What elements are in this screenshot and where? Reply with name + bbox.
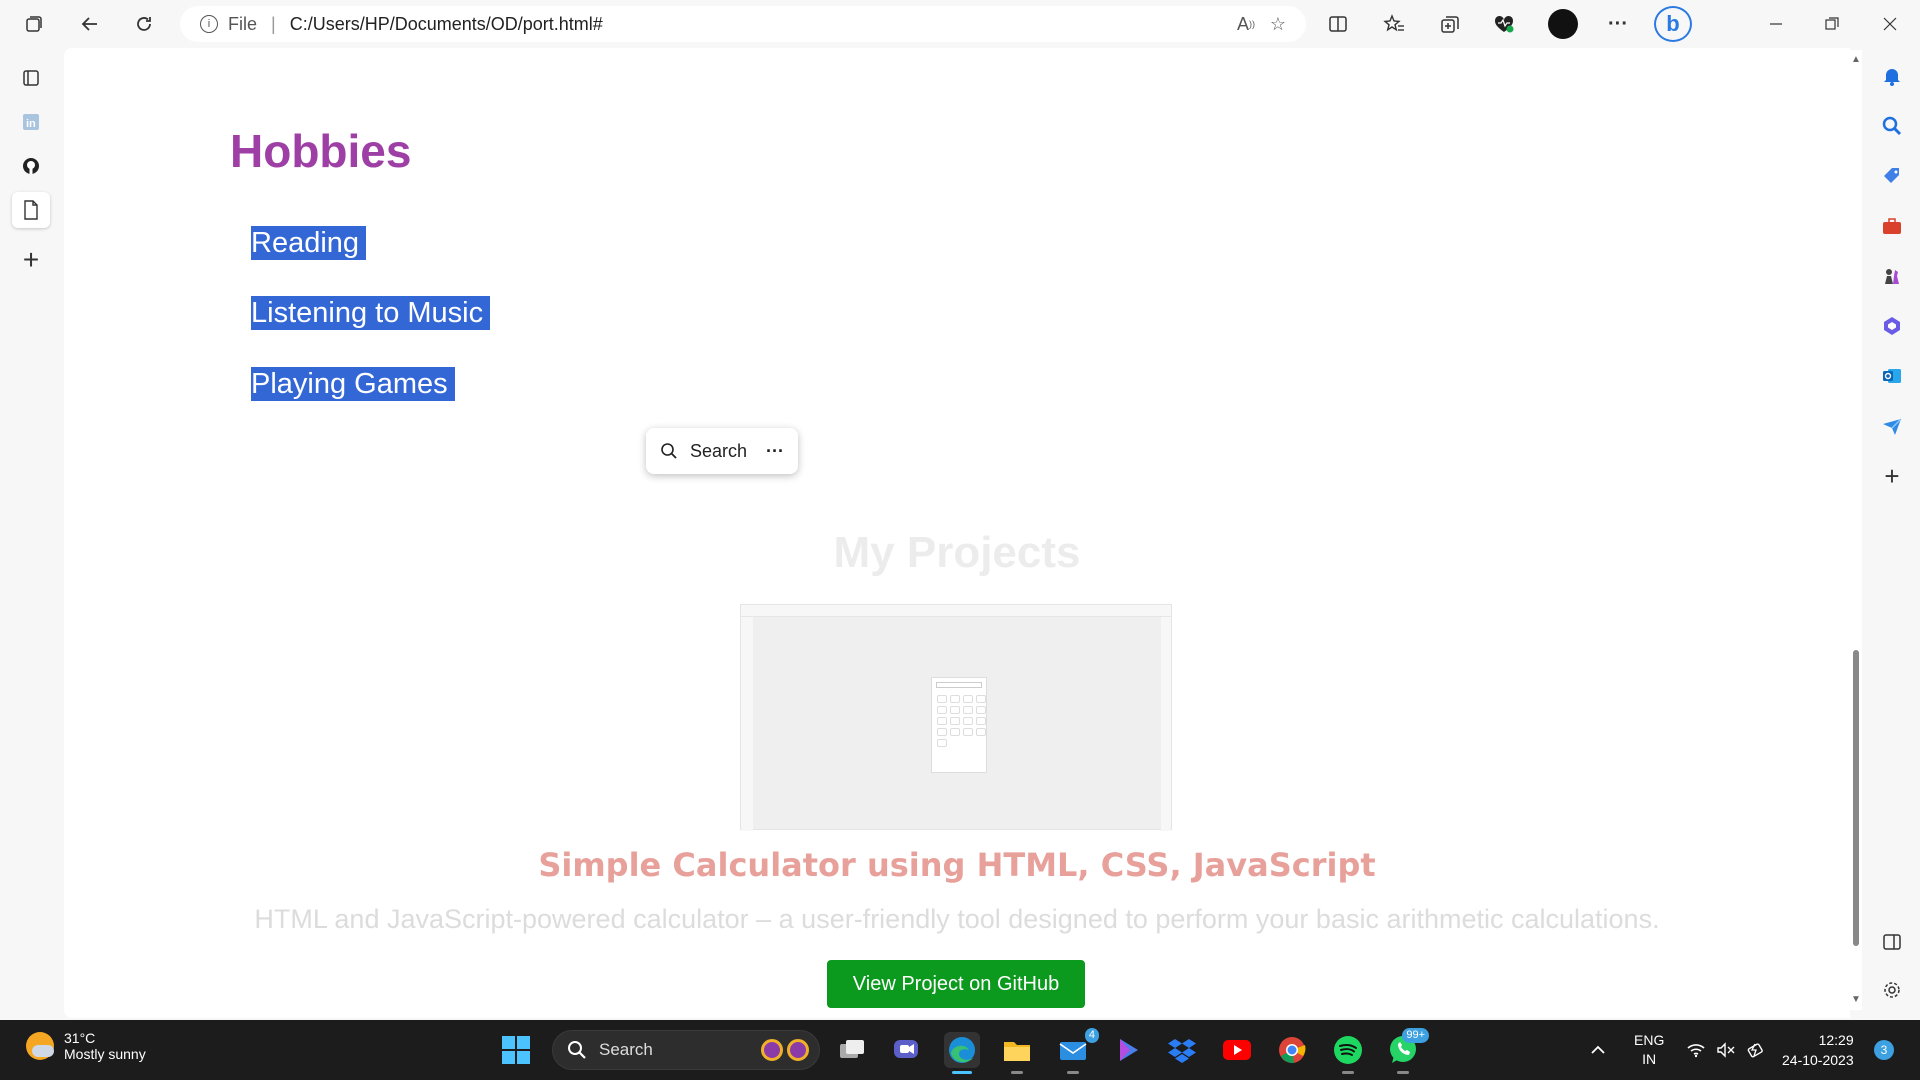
shopping-tag-icon[interactable]: [1876, 160, 1908, 192]
wifi-icon: [1687, 1044, 1705, 1058]
search-highlight-icon: [761, 1039, 809, 1061]
refresh-icon[interactable]: [126, 8, 162, 40]
notification-count-badge[interactable]: 3: [1874, 1040, 1894, 1060]
clock-time: 12:29: [1818, 1032, 1854, 1048]
microsoft365-icon[interactable]: [1876, 310, 1908, 342]
scroll-up-arrow-icon[interactable]: ▲: [1851, 54, 1861, 65]
search-sidebar-icon[interactable]: [1876, 110, 1908, 142]
bing-copilot-icon[interactable]: b: [1654, 6, 1692, 42]
whatsapp-badge: 99+: [1402, 1028, 1429, 1043]
youtube-icon[interactable]: [1219, 1032, 1255, 1068]
project-title: Simple Calculator using HTML, CSS, JavaS…: [538, 846, 1376, 884]
page-scrollbar[interactable]: ▲ ▼: [1850, 50, 1862, 1010]
new-tab-icon[interactable]: +: [12, 242, 50, 278]
split-screen-icon[interactable]: [1320, 8, 1356, 40]
taskbar-search[interactable]: Search: [552, 1030, 820, 1070]
weather-temperature: 31°C: [64, 1030, 96, 1046]
dropbox-icon[interactable]: [1164, 1032, 1200, 1068]
profile-avatar[interactable]: [1548, 9, 1578, 39]
windows-taskbar: 31°C Mostly sunny Search 4 99+ ENG IN 12…: [0, 1020, 1920, 1080]
spotify-icon[interactable]: [1330, 1032, 1366, 1074]
clock-date: 24-10-2023: [1782, 1052, 1854, 1068]
back-icon[interactable]: [72, 8, 108, 40]
tools-briefcase-icon[interactable]: [1876, 210, 1908, 242]
scroll-down-arrow-icon[interactable]: ▼: [1851, 994, 1861, 1005]
battery-charging-icon: [1747, 1043, 1763, 1058]
file-explorer-icon[interactable]: [999, 1032, 1035, 1074]
tab-file-icon[interactable]: [12, 192, 50, 228]
search-icon: [661, 443, 677, 459]
hobby-item: Reading: [251, 226, 367, 260]
page-viewport: Hobbies Reading Listening to Music Playi…: [64, 48, 1850, 1018]
language-line1: ENG: [1634, 1032, 1665, 1048]
mail-icon[interactable]: 4: [1055, 1028, 1099, 1074]
add-sidebar-app-icon[interactable]: +: [1876, 460, 1908, 492]
browser-essentials-icon[interactable]: [1486, 8, 1522, 40]
more-options-icon[interactable]: ···: [1600, 8, 1636, 40]
restore-icon[interactable]: [1814, 8, 1850, 40]
weather-description: Mostly sunny: [64, 1046, 146, 1062]
address-prefix: File: [228, 13, 258, 34]
popup-more-icon[interactable]: ···: [766, 441, 784, 462]
vertical-tabs-sidebar: in +: [0, 48, 62, 1020]
weather-sun-icon: [26, 1032, 54, 1060]
read-aloud-icon[interactable]: A)): [1230, 10, 1262, 38]
selection-search-popup[interactable]: Search ···: [646, 428, 798, 474]
hobbies-heading: Hobbies: [230, 125, 412, 177]
weather-widget[interactable]: 31°C Mostly sunny: [26, 1030, 146, 1062]
edge-browser-icon[interactable]: [944, 1032, 980, 1074]
hide-sidebar-icon[interactable]: [1876, 926, 1908, 958]
view-project-github-button[interactable]: View Project on GitHub: [827, 960, 1085, 1008]
close-icon[interactable]: [1872, 8, 1908, 40]
collections-icon[interactable]: [1432, 8, 1468, 40]
favorite-star-icon[interactable]: ☆: [1262, 10, 1294, 38]
address-url[interactable]: C:/Users/HP/Documents/OD/port.html#: [290, 14, 1230, 35]
show-hidden-icons-chevron-icon[interactable]: [1590, 1020, 1606, 1080]
edge-sidebar: +: [1862, 48, 1920, 1020]
minimize-icon[interactable]: [1758, 8, 1794, 40]
project-description: HTML and JavaScript-powered calculator –…: [254, 904, 1660, 934]
sidebar-settings-gear-icon[interactable]: [1876, 974, 1908, 1006]
system-tray-quick-settings[interactable]: [1686, 1020, 1766, 1080]
address-separator: |: [271, 13, 276, 34]
outlook-icon[interactable]: [1876, 360, 1908, 392]
scrollbar-thumb[interactable]: [1853, 650, 1859, 946]
mail-badge: 4: [1084, 1028, 1099, 1043]
whatsapp-icon[interactable]: 99+: [1385, 1028, 1429, 1074]
favorites-icon[interactable]: [1376, 8, 1412, 40]
project-screenshot-image: [740, 604, 1172, 831]
chrome-icon[interactable]: [1274, 1032, 1310, 1068]
taskbar-clock[interactable]: 12:29 24-10-2023: [1782, 1030, 1854, 1070]
tab-actions-icon[interactable]: [12, 60, 50, 96]
taskbar-search-label: Search: [599, 1040, 653, 1059]
games-chess-icon[interactable]: [1876, 260, 1908, 292]
tab-github-icon[interactable]: [12, 148, 50, 184]
selection-search-label[interactable]: Search: [690, 441, 766, 462]
notifications-bell-icon[interactable]: [1876, 60, 1908, 92]
search-icon: [568, 1041, 586, 1059]
windows-start-icon[interactable]: [502, 1036, 530, 1064]
svg-text:in: in: [26, 118, 36, 130]
calculator-thumbnail: [931, 677, 987, 773]
task-view-icon[interactable]: [834, 1032, 870, 1068]
teams-chat-icon[interactable]: [888, 1032, 924, 1068]
volume-muted-icon: [1717, 1042, 1735, 1058]
send-drop-icon[interactable]: [1876, 410, 1908, 442]
projects-heading: My Projects: [833, 528, 1081, 577]
address-bar[interactable]: i File | C:/Users/HP/Documents/OD/port.h…: [180, 6, 1306, 42]
info-icon[interactable]: i: [200, 15, 218, 33]
workspaces-icon[interactable]: [16, 8, 52, 40]
language-line2: IN: [1642, 1051, 1657, 1067]
hobby-item: Listening to Music: [251, 296, 491, 330]
clipchamp-icon[interactable]: [1110, 1032, 1146, 1068]
browser-toolbar: i File | C:/Users/HP/Documents/OD/port.h…: [0, 0, 1920, 48]
language-indicator[interactable]: ENG IN: [1634, 1020, 1664, 1080]
hobby-item: Playing Games: [251, 367, 455, 401]
tab-linkedin-icon[interactable]: in: [12, 104, 50, 140]
